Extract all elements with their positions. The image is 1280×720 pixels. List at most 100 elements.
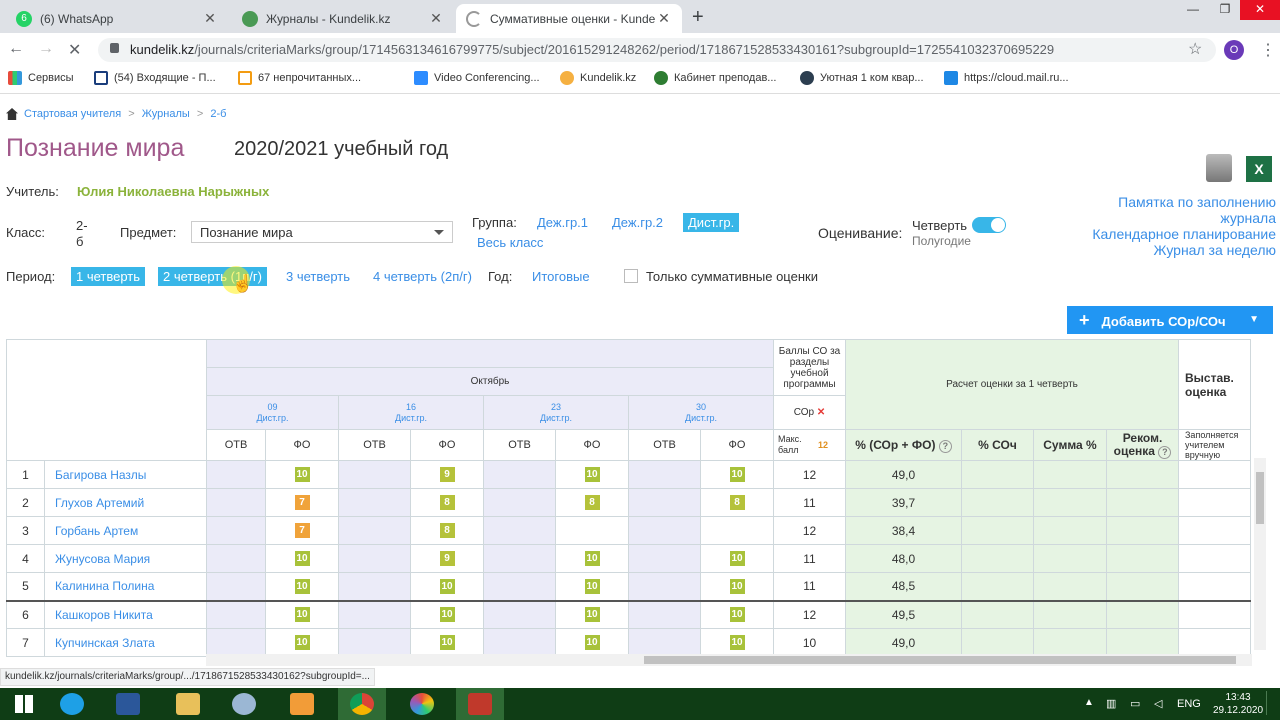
otv-cell[interactable]: [628, 488, 701, 517]
tab-journals[interactable]: Журналы - Kundelik.kz ✕: [232, 4, 454, 33]
fo-cell[interactable]: 10: [700, 628, 774, 657]
otv-cell[interactable]: [338, 628, 411, 657]
fo-cell[interactable]: 10: [410, 600, 484, 629]
otv-cell[interactable]: [628, 628, 701, 657]
vystav-value[interactable]: [1178, 488, 1251, 517]
close-icon[interactable]: ✕: [656, 10, 672, 27]
bookmark-services[interactable]: Сервисы: [8, 71, 74, 85]
otv-cell[interactable]: [628, 544, 701, 573]
ie-icon[interactable]: [48, 688, 96, 720]
student-name[interactable]: Багирова Назлы: [44, 460, 207, 489]
fo-cell[interactable]: 10: [700, 544, 774, 573]
fo-cell[interactable]: 10: [555, 628, 629, 657]
bookmark-cloud[interactable]: https://cloud.mail.ru...: [944, 71, 1069, 85]
vystav-value[interactable]: [1178, 516, 1251, 545]
menu-kebab-icon[interactable]: ⋮: [1260, 40, 1276, 60]
fo-cell[interactable]: 10: [700, 572, 774, 601]
otv-cell[interactable]: [483, 516, 556, 545]
sor-score[interactable]: 11: [773, 572, 846, 601]
otv-cell[interactable]: [628, 600, 701, 629]
horizontal-scroll-thumb[interactable]: [644, 656, 1236, 664]
date-col-3[interactable]: 23 Дист.гр.: [483, 395, 629, 430]
window-close-icon[interactable]: ✕: [1240, 0, 1280, 20]
breadcrumb-class[interactable]: 2-б: [210, 108, 226, 120]
battery-icon[interactable]: ▭: [1130, 697, 1140, 710]
otv-cell[interactable]: [483, 600, 556, 629]
sor-score[interactable]: 10: [773, 628, 846, 657]
class-value[interactable]: 2-б: [76, 218, 90, 250]
fo-cell[interactable]: 9: [410, 544, 484, 573]
sor-score[interactable]: 11: [773, 544, 846, 573]
otv-cell[interactable]: [483, 628, 556, 657]
fo-cell[interactable]: 8: [700, 488, 774, 517]
otv-cell[interactable]: [206, 488, 266, 517]
link-weekly-journal[interactable]: Журнал за неделю: [1080, 242, 1276, 258]
tab-summative[interactable]: Суммативные оценки - Kundelik.kz ✕: [456, 4, 682, 33]
otv-cell[interactable]: [338, 488, 411, 517]
fo-cell[interactable]: 8: [555, 488, 629, 517]
vertical-scroll-thumb[interactable]: [1256, 472, 1264, 524]
breadcrumb-home[interactable]: Стартовая учителя: [24, 108, 121, 120]
add-sor-soch-button[interactable]: + Добавить СОр/СОч ▼: [1067, 306, 1273, 334]
otv-cell[interactable]: [338, 460, 411, 489]
horizontal-scrollbar[interactable]: [206, 654, 1252, 666]
clock[interactable]: 13:43 29.12.2020: [1212, 691, 1264, 717]
breadcrumb-journals[interactable]: Журналы: [142, 108, 190, 120]
date-col-2[interactable]: 16 Дист.гр.: [338, 395, 484, 430]
notifications-icon[interactable]: [1266, 691, 1280, 715]
delete-x-icon[interactable]: ✕: [817, 407, 825, 418]
period-1[interactable]: 1 четверть: [71, 267, 146, 286]
otv-cell[interactable]: [206, 572, 266, 601]
fo-cell[interactable]: 10: [265, 544, 339, 573]
bookmark-apartment[interactable]: Уютная 1 ком квар...: [800, 71, 924, 85]
help-icon[interactable]: ?: [938, 439, 952, 453]
recorder-icon[interactable]: [456, 688, 504, 720]
otv-cell[interactable]: [628, 572, 701, 601]
otv-cell[interactable]: [206, 460, 266, 489]
address-bar[interactable]: kundelik.kz/journals/criteriaMarks/group…: [98, 38, 1216, 62]
period-4[interactable]: 4 четверть (2п/г): [373, 269, 472, 284]
fo-cell[interactable]: 9: [410, 460, 484, 489]
vystav-value[interactable]: [1178, 600, 1251, 629]
bookmark-cabinet[interactable]: Кабинет преподав...: [654, 71, 776, 85]
sor-score[interactable]: 12: [773, 460, 846, 489]
otv-cell[interactable]: [628, 460, 701, 489]
fo-cell[interactable]: 10: [265, 460, 339, 489]
windows-start-icon[interactable]: [0, 688, 48, 720]
fo-cell[interactable]: 10: [700, 600, 774, 629]
network-icon[interactable]: ▥: [1106, 697, 1116, 710]
link-calendar-planning[interactable]: Календарное планирование: [1080, 226, 1276, 242]
otv-cell[interactable]: [483, 544, 556, 573]
explorer-icon[interactable]: [164, 688, 212, 720]
date-col-4[interactable]: 30 Дист.гр.: [628, 395, 774, 430]
tray-chevron-icon[interactable]: ▲: [1084, 697, 1094, 708]
student-name[interactable]: Глухов Артемий: [44, 488, 207, 517]
link-memo-journal[interactable]: журнала: [1080, 210, 1276, 226]
otv-cell[interactable]: [628, 516, 701, 545]
otv-cell[interactable]: [338, 516, 411, 545]
sor-score[interactable]: 11: [773, 488, 846, 517]
photos-icon[interactable]: [398, 688, 446, 720]
subject-select[interactable]: Познание мира: [191, 221, 453, 243]
paint-icon[interactable]: [220, 688, 268, 720]
fo-cell[interactable]: 10: [555, 572, 629, 601]
forward-arrow-icon[interactable]: →: [38, 40, 54, 58]
sor-score[interactable]: 12: [773, 516, 846, 545]
otv-cell[interactable]: [338, 544, 411, 573]
fo-cell[interactable]: 10: [555, 460, 629, 489]
bookmark-inbox[interactable]: (54) Входящие - П...: [94, 71, 216, 85]
student-name[interactable]: Кашкоров Никита: [44, 600, 207, 629]
chrome-icon[interactable]: [338, 688, 386, 720]
student-name[interactable]: Калинина Полина: [44, 572, 207, 601]
date-col-1[interactable]: 09 Дист.гр.: [206, 395, 339, 430]
group-link-1[interactable]: Деж.гр.1: [537, 215, 588, 230]
vystav-value[interactable]: [1178, 572, 1251, 601]
fo-cell[interactable]: 10: [265, 572, 339, 601]
profile-avatar[interactable]: O: [1224, 40, 1244, 60]
close-icon[interactable]: ✕: [428, 10, 444, 27]
fo-cell[interactable]: 10: [555, 544, 629, 573]
only-summative-checkbox[interactable]: [624, 269, 638, 283]
minimize-icon[interactable]: —: [1178, 0, 1208, 20]
star-icon[interactable]: ☆: [1188, 39, 1202, 59]
group-link-all[interactable]: Весь класс: [477, 235, 543, 250]
